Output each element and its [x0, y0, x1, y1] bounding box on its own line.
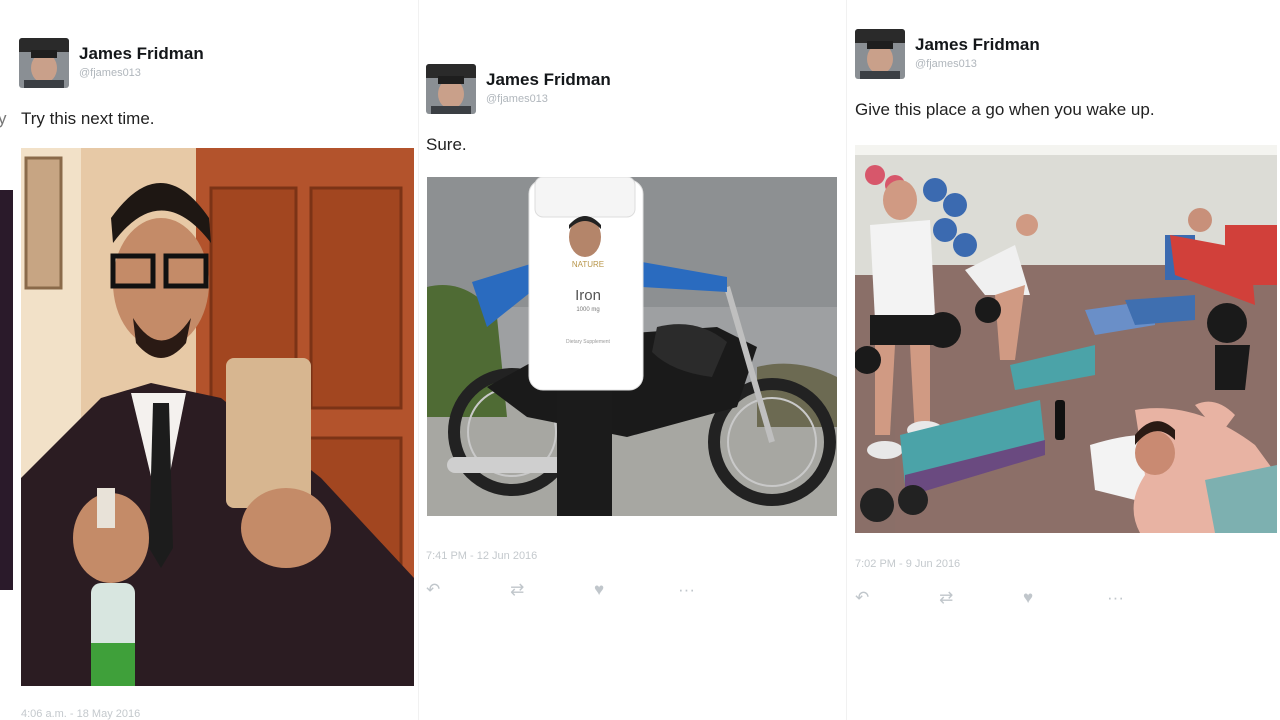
more-icon[interactable]: ···	[678, 580, 762, 600]
tweet-header: James Fridman @fjames013	[426, 64, 611, 114]
tweet-text: Sure.	[426, 135, 467, 154]
bottle-brand: NATURE	[571, 260, 605, 269]
reply-icon[interactable]: ↶	[855, 588, 939, 608]
tweet-photo[interactable]	[855, 145, 1277, 533]
author-handle[interactable]: @fjames013	[486, 92, 611, 106]
left-edge-strip	[0, 190, 13, 590]
reply-icon[interactable]: ↶	[426, 580, 510, 600]
author-handle[interactable]: @fjames013	[79, 66, 204, 80]
tweet-timestamp[interactable]: 7:02 PM - 9 Jun 2016	[855, 558, 960, 570]
tweet-photo[interactable]: NATURE Iron 1000 mg Dietary Supplement	[427, 177, 837, 516]
heart-icon[interactable]: ♥	[1023, 588, 1107, 608]
tweet-timestamp[interactable]: 4:06 a.m. - 18 May 2016	[21, 708, 140, 720]
bottle-dose: 1000 mg	[576, 307, 600, 313]
cropped-text: y	[0, 109, 7, 128]
tweet-actions: ↶ ⇄ ♥ ···	[855, 588, 1191, 608]
more-icon[interactable]: ···	[1107, 588, 1191, 608]
author-name[interactable]: James Fridman	[915, 35, 1040, 55]
author-name[interactable]: James Fridman	[79, 44, 204, 64]
author-name[interactable]: James Fridman	[486, 70, 611, 90]
tweet-header: James Fridman @fjames013	[19, 38, 204, 88]
heart-icon[interactable]: ♥	[594, 580, 678, 600]
divider	[846, 0, 847, 720]
author-handle[interactable]: @fjames013	[915, 57, 1040, 71]
tweet-actions: ↶ ⇄ ♥ ···	[426, 580, 762, 600]
retweet-icon[interactable]: ⇄	[510, 580, 594, 600]
retweet-icon[interactable]: ⇄	[939, 588, 1023, 608]
tweet-text: Give this place a go when you wake up.	[855, 100, 1155, 119]
avatar[interactable]	[426, 64, 476, 114]
tweet-timestamp[interactable]: 7:41 PM - 12 Jun 2016	[426, 550, 537, 562]
tweet-text: Try this next time.	[21, 109, 155, 128]
tweet-header: James Fridman @fjames013	[855, 29, 1040, 79]
bottle-subtext: Dietary Supplement	[566, 339, 610, 345]
tweet-photo[interactable]	[21, 148, 414, 686]
avatar[interactable]	[855, 29, 905, 79]
avatar[interactable]	[19, 38, 69, 88]
divider	[418, 0, 419, 720]
bottle-label: Iron	[575, 287, 601, 304]
